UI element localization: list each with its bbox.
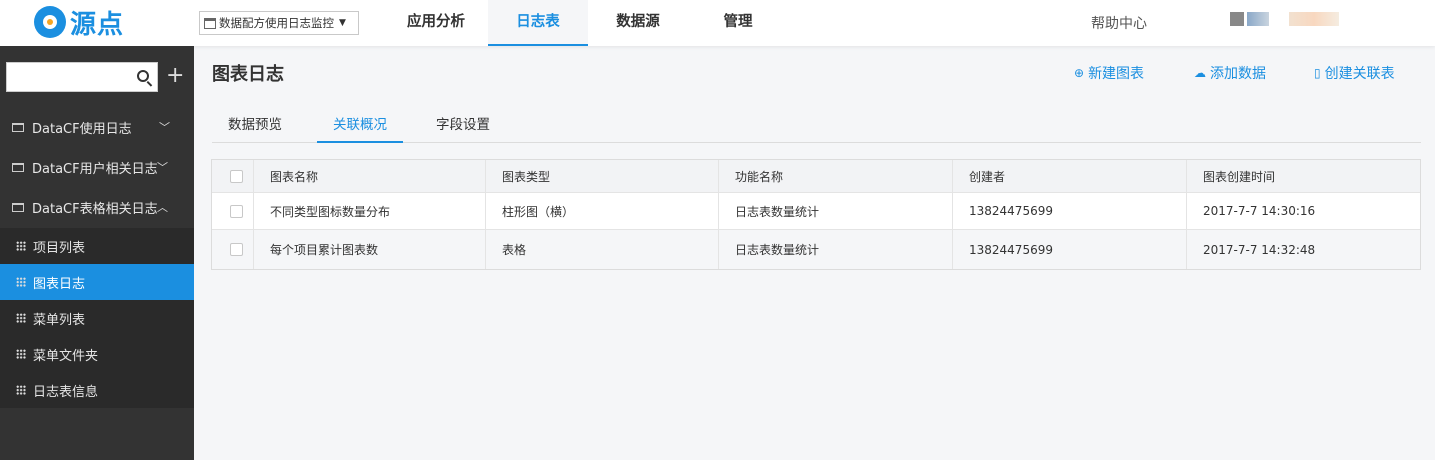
content-tabs: 数据预览 关联概况 字段设置 — [212, 108, 1421, 143]
top-bar: 源点 数据配方使用日志监控 ▼ 应用分析 日志表 数据源 管理 帮助中心 — [0, 0, 1435, 46]
row-checkbox[interactable] — [230, 204, 243, 218]
table-cell: 不同类型图标数量分布 — [254, 193, 486, 229]
table-row[interactable]: 不同类型图标数量分布 柱形图（横） 日志表数量统计 13824475699 20… — [212, 193, 1420, 230]
grid-icon — [16, 241, 26, 251]
sidebar-item-label: 日志表信息 — [33, 384, 99, 400]
table-cell: 日志表数量统计 — [719, 230, 953, 269]
nav-tab-log-table[interactable]: 日志表 — [488, 0, 588, 46]
brand-name: 源点 — [70, 9, 125, 40]
grid-icon — [16, 349, 26, 359]
search-icon[interactable] — [137, 70, 149, 82]
table-cell: 13824475699 — [953, 230, 1187, 269]
grid-icon — [16, 313, 26, 323]
new-chart-label: 新建图表 — [1088, 66, 1145, 82]
chevron-up-icon: ︿ — [157, 201, 168, 214]
new-chart-button[interactable]: ⊕ 新建图表 — [1074, 63, 1144, 83]
chevron-down-icon: ﹀ — [159, 121, 170, 134]
nav-tab-manage[interactable]: 管理 — [688, 0, 788, 46]
add-data-button[interactable]: ☁ 添加数据 — [1194, 63, 1266, 83]
nav-tab-data-source[interactable]: 数据源 — [588, 0, 688, 46]
user-name — [1289, 12, 1339, 26]
add-icon[interactable]: + — [166, 63, 186, 91]
sidebar-group-label: DataCF使用日志 — [32, 121, 132, 137]
sidebar-item-log-table-info[interactable]: 日志表信息 — [0, 372, 194, 408]
table-cell: 13824475699 — [953, 193, 1187, 229]
brand-logo[interactable]: 源点 — [34, 2, 124, 42]
sidebar-item-label: 项目列表 — [33, 240, 86, 256]
column-header[interactable]: 功能名称 — [719, 160, 953, 192]
column-header[interactable]: 图表名称 — [254, 160, 486, 192]
table-row[interactable]: 每个项目累计图表数 表格 日志表数量统计 13824475699 2017-7-… — [212, 230, 1420, 269]
avatar — [1247, 12, 1269, 26]
sidebar-item-project-list[interactable]: 项目列表 — [0, 228, 194, 264]
tab-data-preview[interactable]: 数据预览 — [212, 108, 298, 143]
document-icon: ▯ — [1314, 66, 1321, 80]
cloud-upload-icon: ☁ — [1194, 66, 1206, 80]
table-cell: 每个项目累计图表数 — [254, 230, 486, 269]
table-cell: 柱形图（横） — [486, 193, 719, 229]
folder-icon — [12, 202, 24, 212]
sidebar-group-label: DataCF用户相关日志 — [32, 161, 158, 177]
sidebar-sub-list: 项目列表 图表日志 菜单列表 菜单文件夹 日志表信息 — [0, 228, 194, 408]
help-center-link[interactable]: 帮助中心 — [1091, 13, 1147, 33]
add-data-label: 添加数据 — [1210, 66, 1266, 82]
create-relation-table-button[interactable]: ▯ 创建关联表 — [1314, 63, 1395, 83]
folder-icon — [12, 162, 24, 172]
chart-table: 图表名称 图表类型 功能名称 创建者 图表创建时间 不同类型图标数量分布 柱形图… — [211, 159, 1421, 270]
sidebar-search-input[interactable] — [6, 62, 158, 92]
page-title: 图表日志 — [212, 64, 284, 85]
nav-tab-app-analysis[interactable]: 应用分析 — [384, 0, 488, 46]
sidebar-group-table-log[interactable]: DataCF表格相关日志 ︿ — [0, 187, 194, 227]
sidebar-item-menu-list[interactable]: 菜单列表 — [0, 300, 194, 336]
grid-icon — [16, 277, 26, 287]
logo-icon — [34, 6, 66, 38]
tab-relation-overview[interactable]: 关联概况 — [317, 108, 403, 143]
column-header[interactable]: 图表类型 — [486, 160, 719, 192]
table-cell: 表格 — [486, 230, 719, 269]
select-all-checkbox[interactable] — [230, 169, 243, 183]
chevron-down-icon: ﹀ — [157, 161, 168, 174]
calendar-icon — [204, 17, 216, 29]
user-menu[interactable] — [1230, 12, 1339, 26]
sidebar-item-label: 菜单文件夹 — [33, 348, 99, 364]
sidebar-group-label: DataCF表格相关日志 — [32, 201, 158, 217]
row-select-cell — [212, 230, 254, 269]
sidebar-item-menu-folder[interactable]: 菜单文件夹 — [0, 336, 194, 372]
column-header[interactable]: 创建者 — [953, 160, 1187, 192]
table-cell: 日志表数量统计 — [719, 193, 953, 229]
create-relation-table-label: 创建关联表 — [1324, 66, 1395, 82]
sidebar-group-user-log[interactable]: DataCF用户相关日志 ﹀ — [0, 147, 194, 187]
sidebar-item-label: 菜单列表 — [33, 312, 86, 328]
select-all-cell — [212, 160, 254, 192]
grid-icon — [16, 385, 26, 395]
column-header[interactable]: 图表创建时间 — [1187, 160, 1420, 192]
row-checkbox[interactable] — [230, 243, 243, 256]
table-cell: 2017-7-7 14:32:48 — [1203, 242, 1316, 257]
folder-icon — [12, 122, 24, 132]
project-select-value: 数据配方使用日志监控 — [219, 16, 334, 30]
plus-circle-icon: ⊕ — [1074, 66, 1085, 80]
project-select[interactable]: 数据配方使用日志监控 ▼ — [199, 11, 359, 35]
row-select-cell — [212, 193, 254, 229]
table-header-row: 图表名称 图表类型 功能名称 创建者 图表创建时间 — [212, 160, 1420, 193]
tab-field-settings[interactable]: 字段设置 — [420, 108, 506, 143]
sidebar-item-chart-log[interactable]: 图表日志 — [0, 264, 194, 300]
sidebar-item-label: 图表日志 — [33, 276, 86, 292]
sidebar-group-usage-log[interactable]: DataCF使用日志 ﹀ — [0, 107, 194, 147]
table-cell: 2017-7-7 14:30:16 — [1203, 204, 1316, 218]
caret-down-icon: ▼ — [339, 18, 346, 28]
user-icon — [1230, 12, 1244, 26]
sidebar: + DataCF使用日志 ﹀ DataCF用户相关日志 ﹀ DataCF表格相关… — [0, 46, 194, 460]
